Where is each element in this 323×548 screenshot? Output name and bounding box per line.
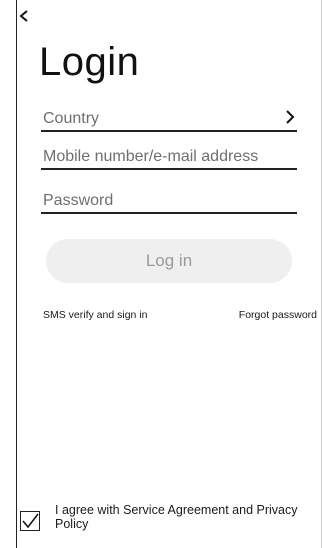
agreement-text: I agree with Service Agreement and Priva… — [55, 503, 298, 531]
page-title: Login — [39, 40, 140, 84]
login-screen: Login Country Mobile number/e-mail addre… — [16, 0, 322, 548]
chevron-right-icon — [286, 110, 295, 124]
chevron-left-icon — [19, 10, 28, 22]
checkmark-icon — [21, 513, 39, 528]
login-button-label: Log in — [145, 251, 193, 270]
account-field[interactable]: Mobile number/e-mail address — [41, 144, 297, 170]
back-button[interactable] — [17, 8, 33, 24]
login-button[interactable]: Log in — [46, 239, 292, 283]
country-placeholder: Country — [43, 110, 100, 127]
password-placeholder: Password — [43, 192, 114, 209]
agreement-checkbox[interactable] — [20, 511, 40, 531]
password-field[interactable]: Password — [41, 188, 297, 214]
account-placeholder: Mobile number/e-mail address — [43, 148, 259, 165]
country-field[interactable]: Country — [41, 106, 297, 132]
forgot-password-link[interactable]: Forgot password — [239, 309, 317, 321]
agreement-row: I agree with Service Agreement and Priva… — [17, 503, 323, 539]
sms-signin-link[interactable]: SMS verify and sign in — [43, 309, 147, 321]
